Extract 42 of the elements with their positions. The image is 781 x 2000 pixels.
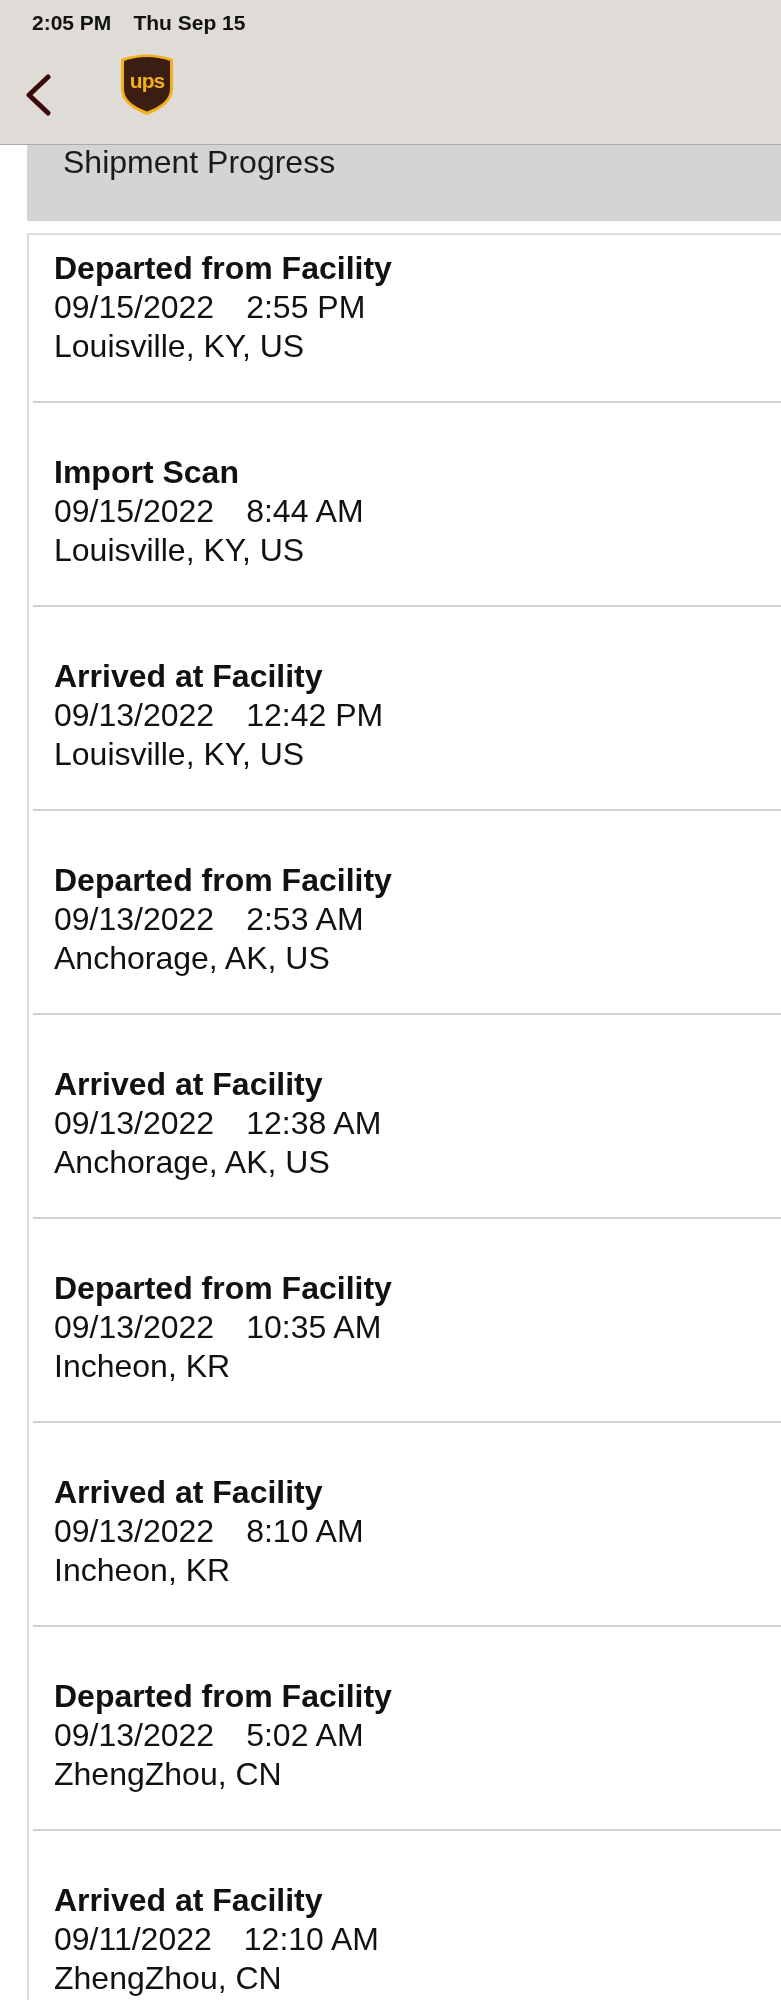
event-date: 09/13/2022 [54,1104,215,1143]
event-time: 8:10 AM [246,1512,364,1551]
event-time: 12:38 AM [246,1104,382,1143]
event-time: 12:10 AM [243,1920,379,1959]
event-date: 09/11/2022 [54,1920,212,1959]
event-location: Louisville, KY, US [54,327,305,366]
event-date: 09/15/2022 [54,492,215,531]
event-date: 09/13/2022 [54,696,215,735]
shield-logo: ups [120,53,174,115]
event-time: 2:55 PM [246,288,366,327]
event-location: Anchorage, AK, US [54,1143,330,1182]
event-location: Louisville, KY, US [54,531,305,570]
event-date: 09/13/2022 [54,1308,215,1347]
event-date: 09/15/2022 [54,288,215,327]
event-time: 8:44 AM [246,492,364,531]
event-location: Incheon, KR [54,1551,231,1590]
event-location: Incheon, KR [54,1347,231,1386]
event-date: 09/13/2022 [54,900,215,939]
event-status: Departed from Facility [54,1269,392,1308]
event-date: 09/13/2022 [54,1512,215,1551]
event-location: ZhengZhou, CN [54,1959,282,1998]
event-status: Departed from Facility [54,1677,392,1716]
event-time: 5:02 AM [246,1716,364,1755]
event-status: Arrived at Facility [54,1473,323,1512]
event-status: Arrived at Facility [54,657,323,696]
status-date: Thu Sep 15 [133,11,246,35]
event-status: Departed from Facility [54,861,392,900]
event-status: Arrived at Facility [54,1065,323,1104]
event-location: ZhengZhou, CN [54,1755,282,1794]
event-date: 09/13/2022 [54,1716,215,1755]
event-location: Louisville, KY, US [54,735,305,774]
back-button[interactable] [25,74,51,116]
status-time: 2:05 PM [32,11,112,35]
section-title: Shipment Progress [63,145,337,179]
event-time: 10:35 AM [246,1308,382,1347]
event-status: Arrived at Facility [54,1881,323,1920]
event-time: 2:53 AM [246,900,364,939]
event-status: Departed from Facility [54,249,392,288]
event-time: 12:42 PM [246,696,384,735]
event-location: Anchorage, AK, US [54,939,330,978]
back-chevron-icon [25,74,51,116]
event-status: Import Scan [54,453,239,492]
